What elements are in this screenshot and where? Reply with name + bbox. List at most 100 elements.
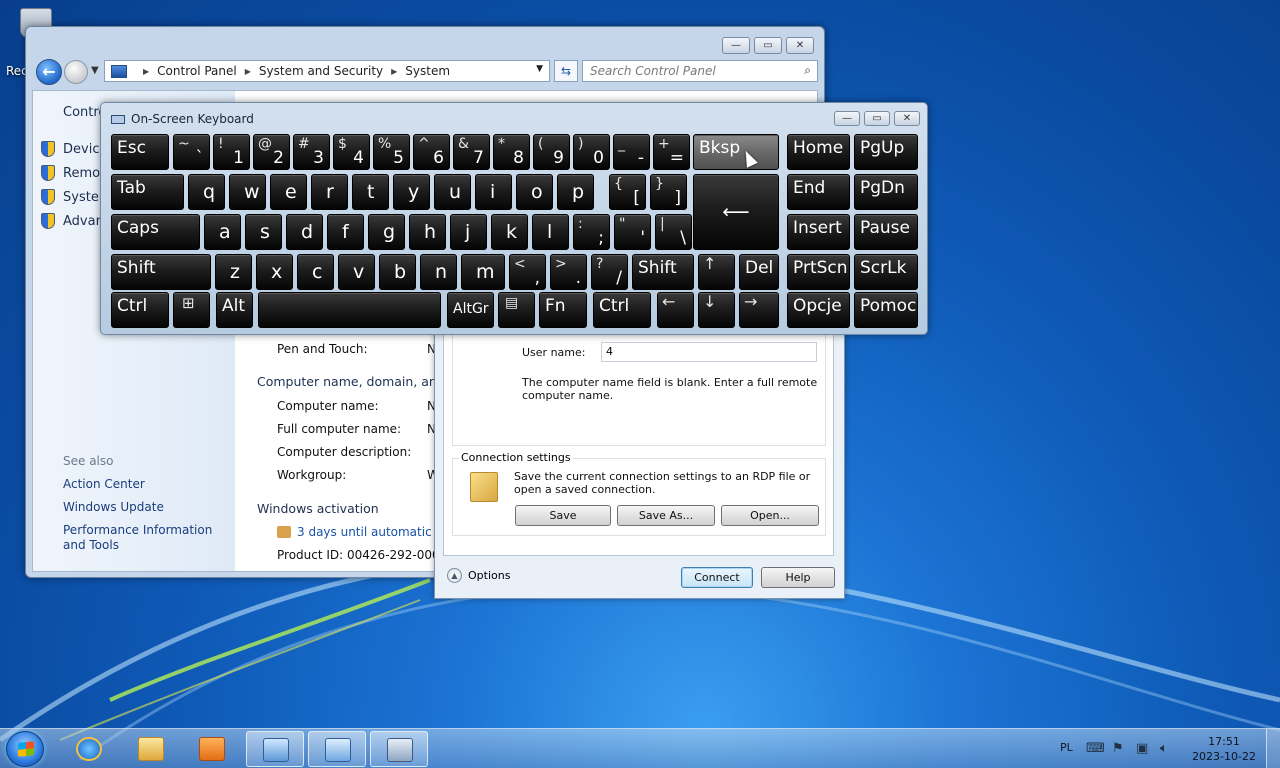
- key-tilde[interactable]: ~ `: [173, 134, 210, 170]
- maximize-button[interactable]: ▭: [754, 37, 782, 54]
- keyboard-tray-icon[interactable]: ⌨: [1086, 741, 1105, 756]
- key-menu[interactable]: ▤: [498, 292, 535, 328]
- key-e[interactable]: e: [270, 174, 307, 210]
- key-enter[interactable]: ⟵: [693, 174, 779, 250]
- key-5[interactable]: % 5: [373, 134, 410, 170]
- key-0[interactable]: ) 0: [573, 134, 610, 170]
- back-button[interactable]: ←: [36, 59, 62, 85]
- key-equals[interactable]: + =: [653, 134, 690, 170]
- key-w[interactable]: w: [229, 174, 266, 210]
- key-comma[interactable]: <,: [509, 254, 546, 290]
- key-ctrl-left[interactable]: Ctrl: [111, 292, 169, 328]
- key-o[interactable]: o: [516, 174, 553, 210]
- key-2[interactable]: @2: [253, 134, 290, 170]
- address-dropdown-icon[interactable]: ▼: [536, 64, 543, 74]
- key-n[interactable]: n: [420, 254, 457, 290]
- clock[interactable]: 17:51 2023-10-22: [1192, 734, 1256, 764]
- key-a[interactable]: a: [204, 214, 241, 250]
- key-space[interactable]: [258, 292, 441, 328]
- key-period[interactable]: >.: [550, 254, 587, 290]
- key-f[interactable]: f: [327, 214, 364, 250]
- language-indicator[interactable]: PL: [1060, 741, 1073, 754]
- key-insert[interactable]: Insert: [787, 214, 850, 250]
- key-fn[interactable]: Fn: [539, 292, 587, 328]
- save-button[interactable]: Save: [515, 505, 611, 526]
- key-arrow-right[interactable]: →: [739, 292, 779, 328]
- key-d[interactable]: d: [286, 214, 323, 250]
- taskbar-internet-explorer[interactable]: [60, 731, 118, 767]
- close-button[interactable]: ✕: [786, 37, 814, 54]
- key-shift-left[interactable]: Shift: [111, 254, 211, 290]
- key-arrow-left[interactable]: ←: [657, 292, 694, 328]
- volume-muted-icon[interactable]: 🔈︎: [1160, 741, 1168, 756]
- breadcrumb-system[interactable]: System: [405, 64, 450, 78]
- key-altgr[interactable]: AltGr: [447, 292, 494, 328]
- action-center-flag-icon[interactable]: ⚑: [1112, 741, 1124, 756]
- key-end[interactable]: End: [787, 174, 850, 210]
- key-pgdn[interactable]: PgDn: [854, 174, 918, 210]
- key-3[interactable]: #3: [293, 134, 330, 170]
- taskbar-explorer[interactable]: [122, 731, 180, 767]
- link-action-center[interactable]: Action Center: [63, 477, 233, 492]
- options-toggle[interactable]: ▲ Options: [447, 568, 510, 583]
- key-p[interactable]: p: [557, 174, 594, 210]
- recent-pages-dropdown[interactable]: ▼: [91, 65, 99, 76]
- task-device-manager[interactable]: Device: [41, 141, 107, 157]
- taskbar-remote-desktop[interactable]: [308, 731, 366, 767]
- key-k[interactable]: k: [491, 214, 528, 250]
- user-name-input[interactable]: 4: [601, 342, 817, 362]
- key-semicolon[interactable]: :;: [573, 214, 610, 250]
- key-h[interactable]: h: [409, 214, 446, 250]
- key-v[interactable]: v: [338, 254, 375, 290]
- key-m[interactable]: m: [461, 254, 505, 290]
- address-bar[interactable]: ▶ Control Panel ▶ System and Security ▶ …: [104, 60, 550, 82]
- key-9[interactable]: (9: [533, 134, 570, 170]
- key-i[interactable]: i: [475, 174, 512, 210]
- start-button[interactable]: [6, 731, 44, 767]
- key-arrow-down[interactable]: ↓: [698, 292, 735, 328]
- key-backslash[interactable]: | \: [655, 214, 692, 250]
- key-y[interactable]: y: [393, 174, 430, 210]
- key-quote[interactable]: " ': [614, 214, 651, 250]
- key-caps[interactable]: Caps: [111, 214, 200, 250]
- taskbar-control-panel[interactable]: [246, 731, 304, 767]
- key-tab[interactable]: Tab: [111, 174, 184, 210]
- key-minus[interactable]: _ -: [613, 134, 650, 170]
- key-q[interactable]: q: [188, 174, 225, 210]
- key-ctrl-right[interactable]: Ctrl: [593, 292, 651, 328]
- taskbar-media-player[interactable]: [183, 731, 241, 767]
- key-8[interactable]: * 8: [493, 134, 530, 170]
- key-g[interactable]: g: [368, 214, 405, 250]
- key-7[interactable]: & 7: [453, 134, 490, 170]
- help-button[interactable]: Help: [761, 567, 835, 588]
- activation-link[interactable]: 3 days until automatic act: [277, 525, 454, 539]
- forward-button[interactable]: [64, 60, 88, 84]
- key-shift-right[interactable]: Shift: [632, 254, 694, 290]
- link-windows-update[interactable]: Windows Update: [63, 500, 233, 515]
- key-arrow-up[interactable]: ↑: [698, 254, 735, 290]
- breadcrumb-system-security[interactable]: System and Security: [259, 64, 383, 78]
- key-backspace[interactable]: Bksp: [693, 134, 779, 170]
- key-home[interactable]: Home: [787, 134, 850, 170]
- minimize-button[interactable]: —: [722, 37, 750, 54]
- taskbar-on-screen-keyboard[interactable]: [370, 731, 428, 767]
- key-esc[interactable]: Esc: [111, 134, 169, 170]
- key-pgup[interactable]: PgUp: [854, 134, 918, 170]
- key-right-bracket[interactable]: }]: [650, 174, 687, 210]
- key-alt[interactable]: Alt: [216, 292, 253, 328]
- key-1[interactable]: ! 1: [213, 134, 250, 170]
- search-input[interactable]: Search Control Panel ⌕: [582, 60, 818, 82]
- key-s[interactable]: s: [245, 214, 282, 250]
- key-opcje[interactable]: Opcje: [787, 292, 850, 328]
- key-x[interactable]: x: [256, 254, 293, 290]
- key-slash[interactable]: ? /: [591, 254, 628, 290]
- key-pause[interactable]: Pause: [854, 214, 918, 250]
- show-desktop-button[interactable]: [1266, 729, 1280, 768]
- key-j[interactable]: j: [450, 214, 487, 250]
- search-icon[interactable]: ⌕: [804, 63, 811, 78]
- save-as-button[interactable]: Save As...: [617, 505, 715, 526]
- breadcrumb-control-panel[interactable]: Control Panel: [157, 64, 237, 78]
- open-button[interactable]: Open...: [721, 505, 819, 526]
- key-u[interactable]: u: [434, 174, 471, 210]
- key-windows[interactable]: ⊞: [173, 292, 210, 328]
